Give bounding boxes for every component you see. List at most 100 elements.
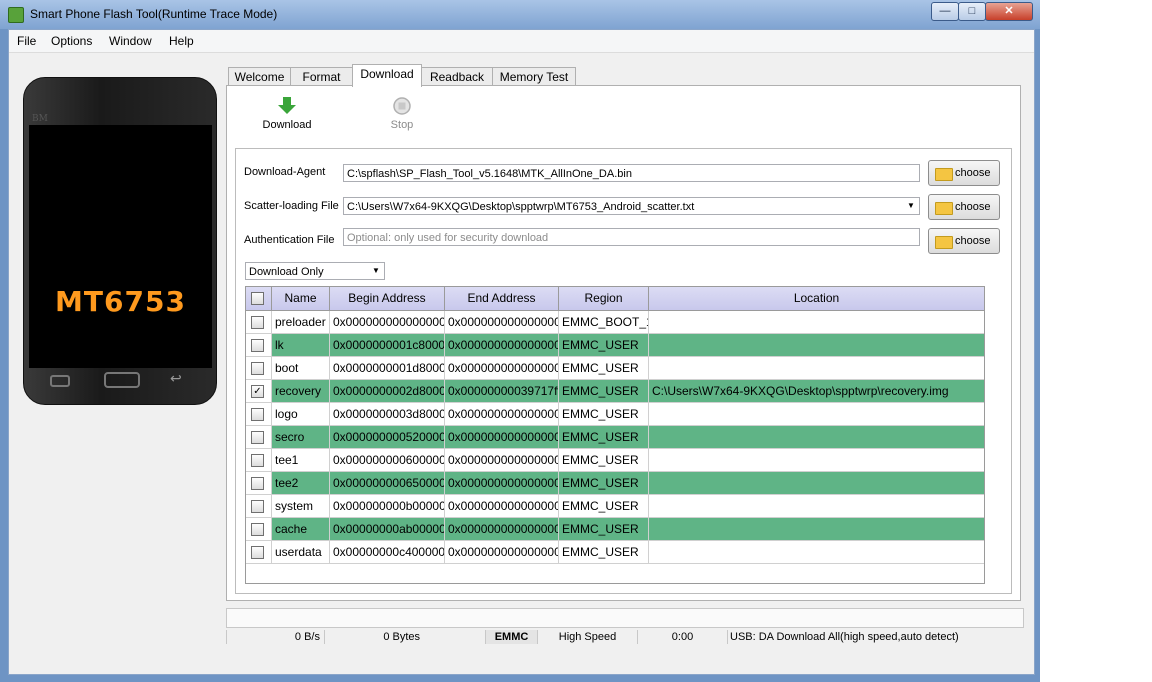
stop-button[interactable]: Stop (377, 96, 427, 136)
cell-begin[interactable]: 0x0000000002d80000 (330, 380, 445, 402)
cell-end[interactable]: 0x0000000000000000 (445, 472, 559, 494)
table-row[interactable]: cache 0x00000000ab000000 0x000000000000000… (246, 518, 984, 541)
row-checkbox[interactable] (251, 362, 264, 375)
cell-begin[interactable]: 0x00000000ab000000 (330, 518, 445, 540)
cell-begin[interactable]: 0x0000000001c80000 (330, 334, 445, 356)
cell-region[interactable]: EMMC_USER (559, 472, 649, 494)
cell-begin[interactable]: 0x0000000003d80000 (330, 403, 445, 425)
row-checkbox[interactable] (251, 408, 264, 421)
cell-begin[interactable]: 0x0000000006000000 (330, 449, 445, 471)
cell-name[interactable]: system (272, 495, 330, 517)
cell-location[interactable]: C:\Users\W7x64-9KXQG\Desktop\spptwrp\rec… (649, 380, 984, 402)
cell-region[interactable]: EMMC_USER (559, 334, 649, 356)
scatter-file-combobox[interactable]: C:\Users\W7x64-9KXQG\Desktop\spptwrp\MT6… (343, 197, 920, 215)
maximize-button[interactable]: □ (958, 2, 986, 21)
cell-name[interactable]: secro (272, 426, 330, 448)
row-checkbox[interactable] (251, 339, 264, 352)
cell-region[interactable]: EMMC_USER (559, 357, 649, 379)
cell-end[interactable]: 0x0000000000000000 (445, 403, 559, 425)
row-checkbox[interactable] (251, 523, 264, 536)
cell-end[interactable]: 0x0000000000000000 (445, 311, 559, 333)
row-checkbox[interactable] (251, 316, 264, 329)
cell-region[interactable]: EMMC_USER (559, 518, 649, 540)
cell-region[interactable]: EMMC_BOOT_1 (559, 311, 649, 333)
table-row[interactable]: secro 0x0000000005200000 0x000000000000000… (246, 426, 984, 449)
close-button[interactable]: ✕ (985, 2, 1033, 21)
cell-begin[interactable]: 0x00000000c4000000 (330, 541, 445, 563)
menu-window[interactable]: Window (109, 34, 152, 48)
tab-download[interactable]: Download (352, 64, 422, 87)
choose-download-agent-button[interactable]: choose (928, 160, 1000, 186)
header-region[interactable]: Region (559, 287, 649, 310)
table-row[interactable]: userdata 0x00000000c4000000 0x000000000000… (246, 541, 984, 564)
cell-end[interactable]: 0x00000000039717ff (445, 380, 559, 402)
title-bar[interactable]: Smart Phone Flash Tool(Runtime Trace Mod… (0, 0, 1040, 29)
table-row[interactable]: lk 0x0000000001c80000 0x0000000000000000 EM… (246, 334, 984, 357)
row-checkbox[interactable]: ✓ (251, 385, 264, 398)
cell-location[interactable] (649, 541, 984, 563)
cell-name[interactable]: cache (272, 518, 330, 540)
table-row[interactable]: system 0x000000000b000000 0x00000000000000… (246, 495, 984, 518)
cell-name[interactable]: lk (272, 334, 330, 356)
cell-name[interactable]: logo (272, 403, 330, 425)
cell-name[interactable]: tee1 (272, 449, 330, 471)
header-end-address[interactable]: End Address (445, 287, 559, 310)
row-checkbox[interactable] (251, 454, 264, 467)
table-row[interactable]: preloader 0x0000000000000000 0x00000000000… (246, 311, 984, 334)
tab-format[interactable]: Format (290, 67, 353, 86)
table-row[interactable]: boot 0x0000000001d80000 0x0000000000000000… (246, 357, 984, 380)
table-row[interactable]: tee2 0x0000000006500000 0x0000000000000000… (246, 472, 984, 495)
cell-begin[interactable]: 0x0000000000000000 (330, 311, 445, 333)
header-begin-address[interactable]: Begin Address (330, 287, 445, 310)
cell-name[interactable]: boot (272, 357, 330, 379)
cell-region[interactable]: EMMC_USER (559, 403, 649, 425)
cell-end[interactable]: 0x0000000000000000 (445, 334, 559, 356)
cell-region[interactable]: EMMC_USER (559, 426, 649, 448)
cell-region[interactable]: EMMC_USER (559, 449, 649, 471)
cell-end[interactable]: 0x0000000000000000 (445, 541, 559, 563)
cell-region[interactable]: EMMC_USER (559, 541, 649, 563)
cell-begin[interactable]: 0x0000000006500000 (330, 472, 445, 494)
cell-location[interactable] (649, 426, 984, 448)
cell-location[interactable] (649, 449, 984, 471)
minimize-button[interactable]: — (931, 2, 959, 21)
menu-file[interactable]: File (17, 34, 36, 48)
tab-welcome[interactable]: Welcome (228, 67, 291, 86)
row-checkbox[interactable] (251, 546, 264, 559)
cell-location[interactable] (649, 357, 984, 379)
cell-begin[interactable]: 0x000000000b000000 (330, 495, 445, 517)
choose-auth-file-button[interactable]: choose (928, 228, 1000, 254)
row-checkbox[interactable] (251, 500, 264, 513)
cell-region[interactable]: EMMC_USER (559, 380, 649, 402)
cell-name[interactable]: preloader (272, 311, 330, 333)
header-location[interactable]: Location (649, 287, 984, 310)
download-button[interactable]: Download (257, 96, 317, 136)
dropdown-arrow-icon[interactable]: ▼ (370, 265, 382, 277)
table-row[interactable]: logo 0x0000000003d80000 0x0000000000000000… (246, 403, 984, 426)
download-mode-select[interactable]: Download Only ▼ (245, 262, 385, 280)
cell-location[interactable] (649, 472, 984, 494)
row-checkbox[interactable] (251, 477, 264, 490)
choose-scatter-file-button[interactable]: choose (928, 194, 1000, 220)
tab-memory-test[interactable]: Memory Test (492, 67, 576, 86)
header-name[interactable]: Name (272, 287, 330, 310)
cell-name[interactable]: userdata (272, 541, 330, 563)
cell-end[interactable]: 0x0000000000000000 (445, 495, 559, 517)
select-all-checkbox[interactable] (251, 292, 264, 305)
cell-location[interactable] (649, 518, 984, 540)
cell-region[interactable]: EMMC_USER (559, 495, 649, 517)
tab-readback[interactable]: Readback (421, 67, 493, 86)
menu-help[interactable]: Help (169, 34, 194, 48)
auth-file-field[interactable]: Optional: only used for security downloa… (343, 228, 920, 246)
table-row[interactable]: tee1 0x0000000006000000 0x0000000000000000… (246, 449, 984, 472)
dropdown-arrow-icon[interactable]: ▼ (905, 200, 917, 212)
cell-end[interactable]: 0x0000000000000000 (445, 426, 559, 448)
cell-location[interactable] (649, 334, 984, 356)
cell-location[interactable] (649, 311, 984, 333)
cell-begin[interactable]: 0x0000000001d80000 (330, 357, 445, 379)
download-agent-field[interactable]: C:\spflash\SP_Flash_Tool_v5.1648\MTK_All… (343, 164, 920, 182)
menu-options[interactable]: Options (51, 34, 92, 48)
cell-location[interactable] (649, 403, 984, 425)
cell-begin[interactable]: 0x0000000005200000 (330, 426, 445, 448)
cell-end[interactable]: 0x0000000000000000 (445, 518, 559, 540)
